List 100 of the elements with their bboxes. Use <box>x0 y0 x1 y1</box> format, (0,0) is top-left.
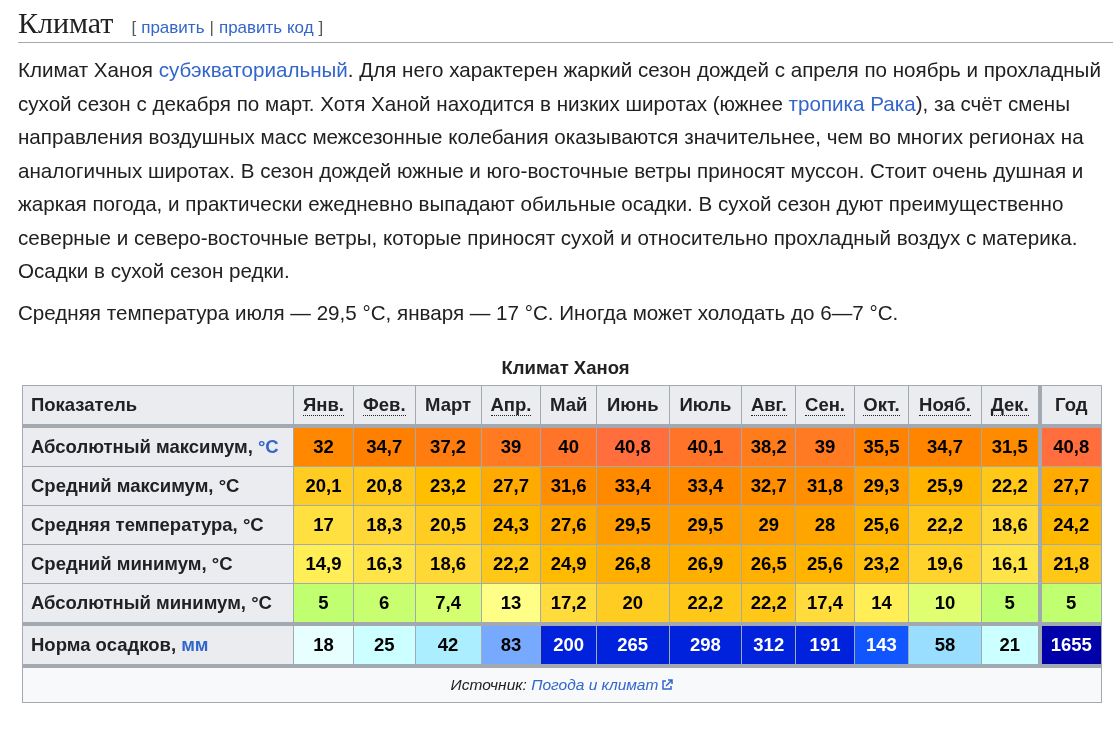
table-cell: 18,6 <box>981 505 1040 545</box>
table-cell: 29,3 <box>854 466 909 506</box>
table-cell: 19,6 <box>908 544 982 584</box>
source-label: Источник: <box>450 676 528 693</box>
row-label: Абсолютный максимум, <box>31 436 254 457</box>
table-cell: 83 <box>481 624 541 666</box>
table-cell: 20,1 <box>293 466 354 506</box>
unit-label: °C <box>211 553 233 574</box>
table-cell: 312 <box>741 624 796 666</box>
table-cell: 34,7 <box>353 426 416 467</box>
column-header: Окт. <box>854 385 909 426</box>
row-label: Средняя температура, <box>31 514 239 535</box>
table-cell: 18,6 <box>415 544 482 584</box>
table-cell: 25 <box>353 624 416 666</box>
table-cell: 27,6 <box>540 505 597 545</box>
table-cell: 27,7 <box>481 466 541 506</box>
table-cell: 23,2 <box>415 466 482 506</box>
column-header: Июнь <box>596 385 670 426</box>
edit-link[interactable]: править <box>141 18 205 38</box>
table-cell: 40,8 <box>596 426 670 467</box>
table-caption: Климат Ханоя <box>500 357 631 379</box>
table-cell: 25,9 <box>908 466 982 506</box>
table-cell: 33,4 <box>596 466 670 506</box>
table-cell: 27,7 <box>1039 466 1102 506</box>
column-header: Май <box>540 385 597 426</box>
table-cell: 25,6 <box>854 505 909 545</box>
unit-link[interactable]: °C <box>257 436 279 457</box>
table-cell: 20,5 <box>415 505 482 545</box>
source-link[interactable]: Погода и климат <box>531 676 674 693</box>
table-cell: 31,6 <box>540 466 597 506</box>
unit-label: °C <box>251 592 272 613</box>
column-header: Июль <box>669 385 742 426</box>
edit-bracket: ] <box>318 18 324 38</box>
table-cell: 298 <box>669 624 742 666</box>
row-label: Средний максимум, <box>31 475 215 496</box>
table-cell: 16,3 <box>353 544 416 584</box>
table-cell: 40,1 <box>669 426 742 467</box>
text-link[interactable]: тропика Рака <box>788 91 916 115</box>
row-label: Абсолютный минимум, <box>31 592 247 613</box>
table-cell: 24,3 <box>481 505 541 545</box>
table-cell: 21,8 <box>1039 544 1102 584</box>
table-cell: 16,1 <box>981 544 1040 584</box>
table-cell: 29,5 <box>596 505 670 545</box>
edit-link[interactable]: править код <box>218 18 314 38</box>
table-cell: 58 <box>908 624 982 666</box>
section-heading: Климат <box>18 6 114 40</box>
column-header: Янв. <box>293 385 354 426</box>
unit-link[interactable]: мм <box>181 634 209 655</box>
table-cell: 24,2 <box>1039 505 1102 545</box>
table-cell: 26,8 <box>596 544 670 584</box>
column-header: Март <box>415 385 482 426</box>
table-cell: 40,8 <box>1039 426 1102 467</box>
column-header: Нояб. <box>908 385 982 426</box>
table-cell: 143 <box>854 624 909 666</box>
column-header: Апр. <box>481 385 541 426</box>
table-cell: 29 <box>741 505 796 545</box>
row-label: Средний минимум, <box>31 553 208 574</box>
table-cell: 191 <box>795 624 855 666</box>
column-header: Год <box>1039 385 1102 426</box>
edit-bracket: | <box>209 18 214 38</box>
table-cell: 22,2 <box>981 466 1040 506</box>
table-cell: 37,2 <box>415 426 482 467</box>
table-cell: 28 <box>795 505 855 545</box>
paragraph: Средняя температура июля — 29,5 °C, января — 17 °C. Иногда может холодать до 6—7 °C. <box>18 299 900 326</box>
table-cell: 265 <box>596 624 670 666</box>
table-cell: 20,8 <box>353 466 416 506</box>
table-cell: 18 <box>293 624 354 666</box>
table-cell: 29,5 <box>669 505 742 545</box>
column-header: Фев. <box>353 385 416 426</box>
table-cell: 23,2 <box>854 544 909 584</box>
table-cell: 33,4 <box>669 466 742 506</box>
table-cell: 25,6 <box>795 544 855 584</box>
text-link[interactable]: субэкваториальный <box>158 58 348 81</box>
external-link-icon <box>661 679 674 691</box>
table-cell: 14,9 <box>293 544 354 584</box>
table-cell: 31,8 <box>795 466 855 506</box>
table-cell: 40 <box>540 426 597 467</box>
table-cell: 22,2 <box>481 544 541 584</box>
table-cell: 5 <box>1039 583 1102 624</box>
column-header: Сен. <box>795 385 855 426</box>
table-cell: 35,5 <box>854 426 909 467</box>
paragraph: Климат Ханоя субэкваториальный. Для него характерен жаркий сезон дождей с апреля по ноябрь и прохладный сухой сезон с декабря по март. Хотя Ханой находится в низких широтах (южнее тропика Рака), за счёт смены направления воздушных масс межсезонные колебания оказываются значительнее, чем во многих регионах на аналогичных широтах. В сезон дождей южные и юго-восточные ветры приносят муссон. Стоит очень душная и жаркая погода, и практически ежедневно выпадают обильные осадки. В сухой сезон дуют преимущественно северные и северо-восточные ветры, которые приносят сухой и относительно прохладный воздух с материка. Осадки в сухой сезон редки. <box>18 57 1102 284</box>
table-cell: 39 <box>795 426 855 467</box>
table-cell: 26,9 <box>669 544 742 584</box>
table-cell: 1655 <box>1039 624 1102 666</box>
table-cell: 26,5 <box>741 544 796 584</box>
column-header: Показатель <box>22 385 294 426</box>
edit-bracket: [ <box>131 18 137 38</box>
table-cell: 24,9 <box>540 544 597 584</box>
table-cell: 32,7 <box>741 466 796 506</box>
table-cell: 200 <box>540 624 597 666</box>
table-cell: 21 <box>981 624 1040 666</box>
column-header: Авг. <box>741 385 796 426</box>
table-cell: 17 <box>293 505 354 545</box>
table-cell: 34,7 <box>908 426 982 467</box>
table-cell: 31,5 <box>981 426 1040 467</box>
unit-label: °C <box>242 514 264 535</box>
table-cell: 22,2 <box>908 505 982 545</box>
table-cell: 32 <box>293 426 354 467</box>
table-cell: 39 <box>481 426 541 467</box>
